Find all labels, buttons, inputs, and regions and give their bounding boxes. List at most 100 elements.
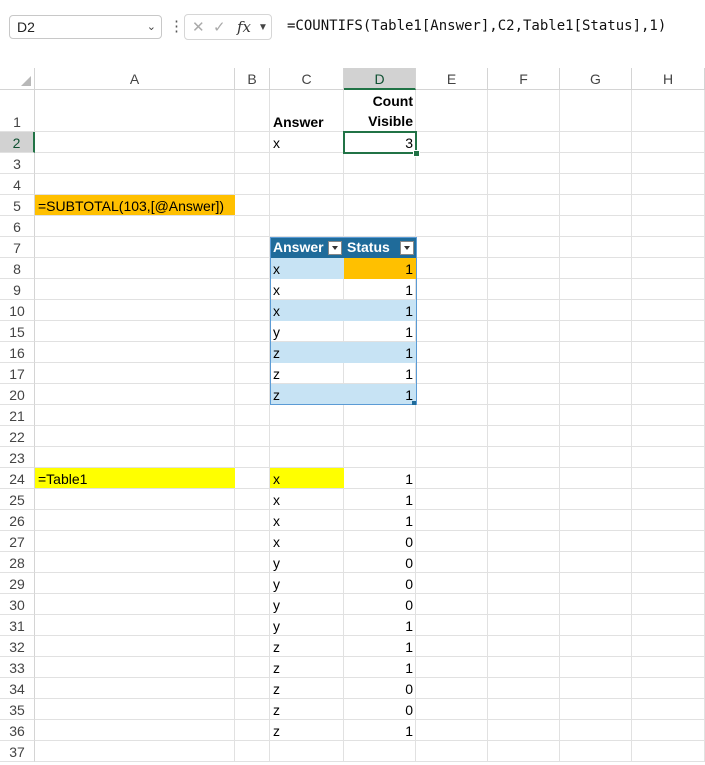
grid-cell[interactable] <box>416 678 488 699</box>
insert-function-icon[interactable]: fx <box>237 18 251 36</box>
grid-cell[interactable] <box>416 636 488 657</box>
grid-cell[interactable] <box>235 552 270 573</box>
row-header-17[interactable]: 17 <box>0 363 35 384</box>
grid-cell[interactable] <box>235 657 270 678</box>
grid-cell[interactable] <box>416 573 488 594</box>
grid-cell[interactable] <box>270 153 344 174</box>
grid-cell[interactable] <box>35 510 235 531</box>
grid-cell[interactable] <box>488 510 560 531</box>
grid-cell[interactable] <box>235 489 270 510</box>
grid-cell[interactable] <box>416 531 488 552</box>
grid-cell[interactable] <box>270 174 344 195</box>
grid-cell[interactable] <box>488 594 560 615</box>
grid-cell[interactable] <box>235 258 270 279</box>
grid-cell[interactable] <box>632 363 705 384</box>
column-header-g[interactable]: G <box>560 68 632 90</box>
grid-cell[interactable] <box>35 174 235 195</box>
grid-cell[interactable] <box>235 342 270 363</box>
more-options-icon[interactable]: ⋮ <box>169 16 184 38</box>
active-cell-d2[interactable] <box>343 131 417 154</box>
column-header-e[interactable]: E <box>416 68 488 90</box>
grid-cell[interactable] <box>632 615 705 636</box>
grid-cell[interactable] <box>35 90 235 132</box>
row-header-29[interactable]: 29 <box>0 573 35 594</box>
grid-cell[interactable] <box>35 258 235 279</box>
grid-cell[interactable] <box>560 363 632 384</box>
grid-cell[interactable] <box>35 447 235 468</box>
grid-cell[interactable] <box>416 300 488 321</box>
grid-cell[interactable] <box>35 741 235 762</box>
grid-cell[interactable] <box>270 426 344 447</box>
grid-cell[interactable] <box>560 321 632 342</box>
grid-cell[interactable] <box>488 405 560 426</box>
grid-cell[interactable] <box>235 510 270 531</box>
column-header-d[interactable]: D <box>344 68 416 90</box>
grid-cell[interactable] <box>560 552 632 573</box>
fill-handle[interactable] <box>413 150 420 157</box>
grid-cell[interactable] <box>560 699 632 720</box>
grid-cell[interactable] <box>632 447 705 468</box>
grid-cell[interactable] <box>35 573 235 594</box>
grid-cell[interactable] <box>416 153 488 174</box>
grid-cell[interactable] <box>488 237 560 258</box>
row-header-16[interactable]: 16 <box>0 342 35 363</box>
grid-cell[interactable] <box>416 321 488 342</box>
grid-cell[interactable] <box>35 720 235 741</box>
row-header-7[interactable]: 7 <box>0 237 35 258</box>
grid-cell[interactable] <box>270 195 344 216</box>
grid-cell[interactable] <box>632 237 705 258</box>
grid-cell[interactable] <box>632 426 705 447</box>
row-header-21[interactable]: 21 <box>0 405 35 426</box>
grid-cell[interactable] <box>632 174 705 195</box>
row-header-24[interactable]: 24 <box>0 468 35 489</box>
grid-cell[interactable] <box>416 615 488 636</box>
row-header-36[interactable]: 36 <box>0 720 35 741</box>
grid-cell[interactable] <box>488 300 560 321</box>
row-header-8[interactable]: 8 <box>0 258 35 279</box>
grid-cell[interactable] <box>235 636 270 657</box>
grid-cell[interactable] <box>35 153 235 174</box>
grid-cell[interactable] <box>560 447 632 468</box>
select-all-corner[interactable] <box>0 68 35 90</box>
grid-cell[interactable] <box>488 216 560 237</box>
grid-cell[interactable] <box>416 510 488 531</box>
grid-cell[interactable] <box>235 594 270 615</box>
grid-cell[interactable] <box>632 573 705 594</box>
column-header-b[interactable]: B <box>235 68 270 90</box>
grid-cell[interactable] <box>560 300 632 321</box>
row-header-28[interactable]: 28 <box>0 552 35 573</box>
grid-cell[interactable] <box>416 489 488 510</box>
grid-cell[interactable] <box>416 594 488 615</box>
grid-cell[interactable] <box>488 153 560 174</box>
grid-cell[interactable] <box>235 405 270 426</box>
grid-cell[interactable] <box>35 678 235 699</box>
column-header-f[interactable]: F <box>488 68 560 90</box>
grid-cell[interactable] <box>35 237 235 258</box>
grid-cell[interactable] <box>35 489 235 510</box>
grid-cell[interactable] <box>488 321 560 342</box>
grid-cell[interactable] <box>488 531 560 552</box>
grid-cell[interactable] <box>632 216 705 237</box>
grid-cell[interactable] <box>560 678 632 699</box>
grid-cell[interactable] <box>35 531 235 552</box>
grid-cell[interactable] <box>560 153 632 174</box>
grid-cell[interactable] <box>35 216 235 237</box>
grid-cell[interactable] <box>416 279 488 300</box>
column-header-c[interactable]: C <box>270 68 344 90</box>
grid-cell[interactable] <box>235 426 270 447</box>
enter-icon[interactable]: ✓ <box>213 18 226 36</box>
grid-cell[interactable] <box>416 468 488 489</box>
grid-cell[interactable] <box>35 300 235 321</box>
row-header-26[interactable]: 26 <box>0 510 35 531</box>
grid-cell[interactable] <box>416 447 488 468</box>
grid-cell[interactable] <box>632 279 705 300</box>
grid-cell[interactable] <box>560 279 632 300</box>
row-header-23[interactable]: 23 <box>0 447 35 468</box>
grid-cell[interactable] <box>235 741 270 762</box>
grid-cell[interactable] <box>488 573 560 594</box>
grid-cell[interactable] <box>35 699 235 720</box>
cancel-icon[interactable]: ✕ <box>192 18 205 36</box>
grid-cell[interactable] <box>560 594 632 615</box>
row-header-15[interactable]: 15 <box>0 321 35 342</box>
grid-cell[interactable] <box>632 468 705 489</box>
